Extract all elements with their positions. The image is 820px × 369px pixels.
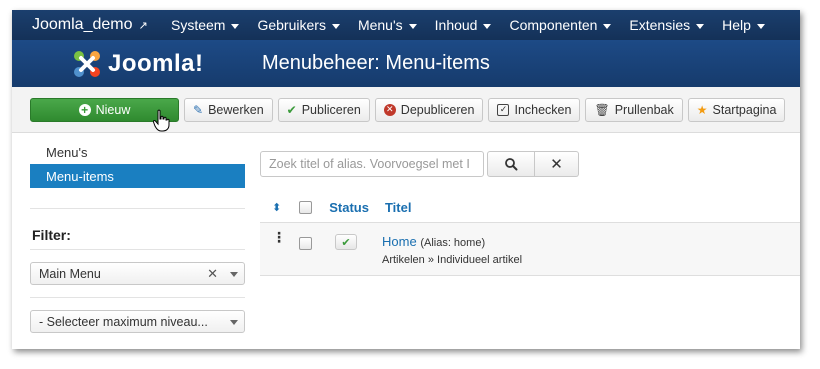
sidebar-divider [30, 249, 245, 250]
sidebar-divider [30, 208, 245, 209]
new-button-label: Nieuw [95, 102, 131, 117]
max-level-select[interactable]: - Selecteer maximum niveau... [30, 310, 245, 333]
unpublish-button[interactable]: ✕ Depubliceren [374, 97, 484, 122]
drag-handle-icon[interactable]: ⋮ [272, 230, 286, 244]
caret-down-icon [483, 23, 492, 29]
search-icon [505, 158, 518, 171]
filter-heading: Filter: [32, 227, 71, 243]
clear-search-button[interactable]: ✕ [535, 151, 579, 177]
select-all-checkbox[interactable] [299, 200, 313, 214]
sidebar-divider [30, 297, 245, 298]
unpublish-button-label: Depubliceren [400, 102, 475, 117]
site-brand-link[interactable]: Joomla_demo ↗ [12, 16, 162, 34]
sidebar-item-label: Menu-items [46, 168, 114, 184]
page-title: Menubeheer: Menu-items [262, 52, 490, 74]
sidebar-item-menu-items[interactable]: Menu-items [30, 164, 245, 188]
external-link-icon: ↗ [138, 19, 148, 32]
nav-menu-inhoud[interactable]: Inhoud [426, 10, 501, 40]
sidebar: Menu's Menu-items Filter: Main Menu ✕ - … [30, 140, 245, 333]
item-title-link[interactable]: Home [382, 234, 417, 249]
joomla-logo[interactable]: Joomla! [70, 47, 260, 81]
nav-menu-menus[interactable]: Menu's [349, 10, 426, 40]
search-input[interactable] [260, 151, 484, 177]
edit-button[interactable]: ✎ Bewerken [184, 97, 273, 122]
title-column-header[interactable]: Titel [385, 200, 412, 215]
chevron-down-icon [230, 272, 238, 277]
logo-text: Joomla! [108, 49, 204, 77]
status-column-header[interactable]: Status [329, 200, 369, 215]
home-button[interactable]: ★ Startpagina [687, 97, 786, 122]
top-navbar: Joomla_demo ↗ Systeem Gebruikers Menu's … [12, 10, 800, 40]
row-checkbox[interactable] [299, 237, 312, 250]
published-toggle[interactable]: ✔ [335, 234, 357, 250]
row-title-cell: Home (Alias: home) [382, 234, 485, 249]
nav-menu-label: Extensies [629, 17, 691, 33]
hand-cursor-icon [153, 109, 170, 132]
edit-icon: ✎ [193, 102, 204, 117]
search-bar: ✕ [260, 151, 579, 177]
caret-down-icon [603, 23, 612, 29]
menu-select-value: Main Menu [39, 266, 101, 281]
item-type: Artikelen » Individueel artikel [382, 254, 523, 266]
joomla-logo-icon [74, 50, 100, 77]
nav-menu-componenten[interactable]: Componenten [500, 10, 620, 40]
max-level-select-value: - Selecteer maximum niveau... [39, 314, 208, 329]
close-icon: ✕ [550, 156, 563, 173]
publish-button[interactable]: ✔ Publiceren [277, 97, 370, 122]
checkin-button[interactable]: ✓ Inchecken [488, 97, 581, 122]
nav-menu-label: Componenten [509, 17, 598, 33]
sidebar-item-label: Menu's [46, 144, 88, 160]
check-icon: ✔ [341, 236, 351, 249]
trash-icon: 🗑︎ [594, 102, 610, 117]
browser-window: Joomla_demo ↗ Systeem Gebruikers Menu's … [12, 10, 800, 349]
trash-button[interactable]: 🗑︎ Prullenbak [585, 97, 683, 122]
caret-down-icon [331, 23, 340, 29]
caret-down-icon [696, 23, 705, 29]
nav-menu-label: Menu's [357, 17, 403, 33]
checkbox-checked-icon: ✓ [497, 103, 510, 116]
item-alias: (Alias: home) [420, 237, 486, 249]
home-button-label: Startpagina [712, 102, 777, 117]
sort-icon[interactable]: ⬍ [272, 201, 281, 214]
nav-menu-label: Gebruikers [257, 17, 326, 33]
plus-circle-icon: + [78, 103, 91, 116]
site-brand-label: Joomla_demo [32, 16, 133, 33]
trash-button-label: Prullenbak [614, 102, 674, 117]
nav-menu-label: Inhoud [434, 17, 478, 33]
edit-button-label: Bewerken [208, 102, 264, 117]
publish-button-label: Publiceren [301, 102, 361, 117]
table-header: ⬍ Status Titel [260, 192, 800, 222]
star-icon: ★ [696, 102, 708, 117]
unpublish-icon: ✕ [383, 103, 396, 116]
table-row: ⋮ ✔ Home (Alias: home) Artikelen » Indiv… [260, 222, 800, 276]
toolbar: + Nieuw ✎ Bewerken ✔ Publiceren ✕ Depubl… [12, 87, 800, 133]
nav-menu-systeem[interactable]: Systeem [162, 10, 248, 40]
nav-menu-label: Systeem [171, 17, 226, 33]
search-button[interactable] [487, 151, 535, 177]
sidebar-item-menus[interactable]: Menu's [30, 140, 245, 164]
caret-down-icon [231, 23, 240, 29]
nav-menu-help[interactable]: Help [713, 10, 774, 40]
chevron-down-icon [230, 320, 238, 325]
clear-icon[interactable]: ✕ [207, 266, 218, 282]
check-icon: ✔ [286, 102, 297, 117]
menu-select[interactable]: Main Menu ✕ [30, 262, 245, 285]
checkin-button-label: Inchecken [514, 102, 572, 117]
nav-menu-label: Help [722, 17, 751, 33]
caret-down-icon [756, 23, 765, 29]
caret-down-icon [408, 23, 417, 29]
page-header: Joomla! Menubeheer: Menu-items [12, 40, 800, 87]
nav-menu-extensies[interactable]: Extensies [620, 10, 713, 40]
nav-menu-gebruikers[interactable]: Gebruikers [248, 10, 348, 40]
